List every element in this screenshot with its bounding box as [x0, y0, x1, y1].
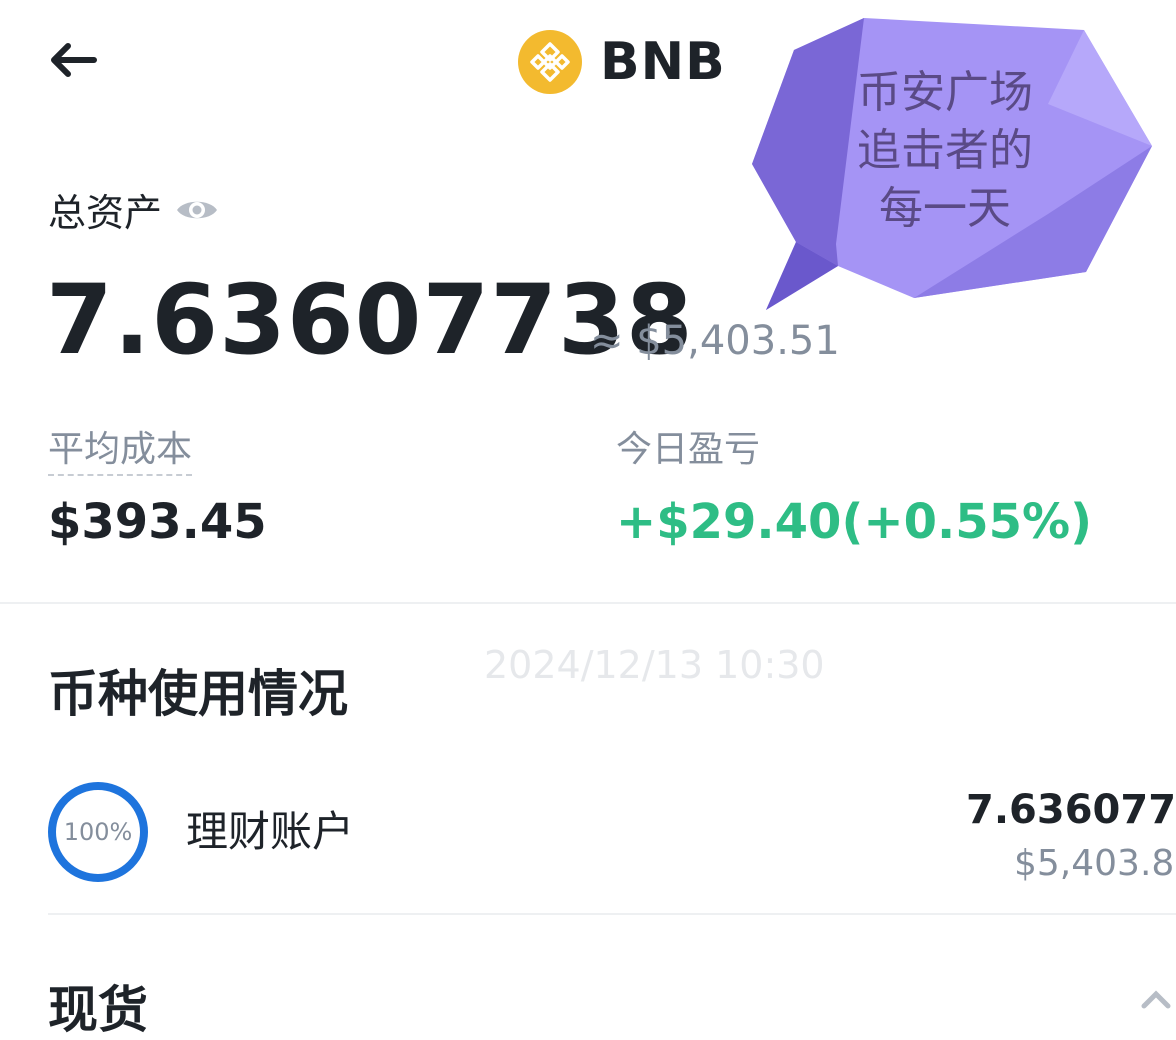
row-divider: [48, 913, 1176, 915]
coin-symbol: BNB: [600, 32, 726, 92]
arrow-left-icon: [51, 43, 97, 77]
usage-amount: 7.63607739: [966, 787, 1176, 833]
avg-cost-value: $393.45: [48, 494, 267, 550]
total-assets-label-text: 总资产: [48, 191, 163, 235]
section-divider: [0, 602, 1176, 604]
sticker-line: 币安广场: [857, 67, 1033, 118]
usage-section-title: 币种使用情况: [48, 665, 348, 723]
spot-section-title: 现货: [48, 981, 148, 1039]
usage-usd: $5,403.82: [1014, 843, 1176, 884]
timestamp-watermark: 2024/12/13 10:30: [484, 643, 825, 687]
today-pnl-label: 今日盈亏: [616, 429, 761, 470]
percent-ring-label: 100%: [63, 818, 133, 846]
usage-account-name: 理财账户: [186, 807, 355, 856]
avg-cost-label[interactable]: 平均成本: [48, 428, 193, 476]
bnb-logo-icon: [518, 30, 582, 94]
coin-header: BNB: [518, 26, 726, 98]
eye-icon[interactable]: [174, 186, 222, 234]
total-assets-label: 总资产: [48, 182, 222, 237]
sticker-line: 每一天: [879, 183, 1011, 234]
sticker-line: 追击者的: [857, 125, 1033, 176]
back-button[interactable]: [44, 28, 116, 92]
today-pnl-value: +$29.40(+0.55%): [616, 494, 1093, 550]
sticker-text: 币安广场 追击者的 每一天: [840, 64, 1050, 238]
chevron-up-icon[interactable]: [1136, 980, 1176, 1010]
total-assets-usd: ≈ $5,403.51: [590, 318, 840, 364]
